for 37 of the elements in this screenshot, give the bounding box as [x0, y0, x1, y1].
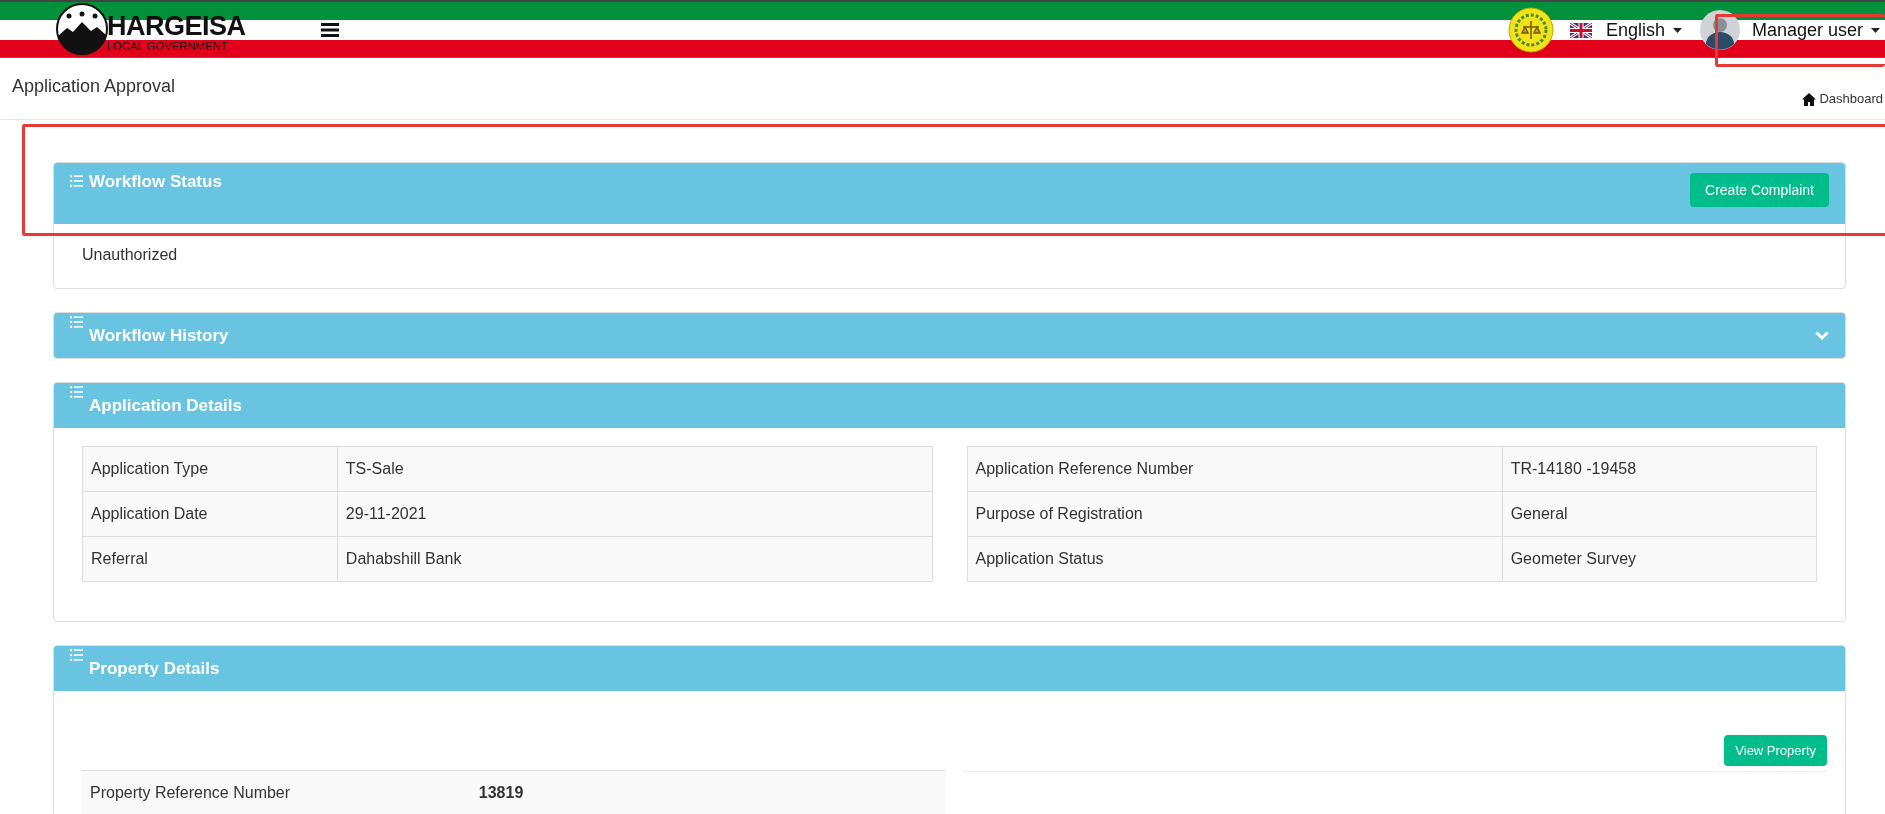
- field-label: Application Date: [82, 491, 338, 537]
- brand-name: HARGEISA: [107, 12, 246, 40]
- menu-icon[interactable]: [320, 23, 339, 37]
- panel-title: Property Details: [89, 658, 220, 679]
- dashboard-link[interactable]: Dashboard: [1802, 91, 1885, 106]
- field-label: Application Reference Number: [967, 446, 1503, 492]
- caret-icon: [1871, 27, 1880, 33]
- logo-emblem-icon: [55, 2, 109, 56]
- field-value: 13819: [470, 770, 946, 814]
- avatar-icon[interactable]: [1699, 10, 1740, 50]
- list-icon: [70, 316, 83, 328]
- panel-title: Workflow Status: [89, 172, 222, 192]
- field-label: Property Reference Number: [82, 770, 471, 814]
- field-value: TS-Sale: [337, 446, 932, 492]
- list-icon: [70, 386, 83, 398]
- list-icon: [70, 175, 83, 187]
- field-value: 29-11-2021: [337, 491, 932, 537]
- field-value: Dahabshill Bank: [337, 536, 932, 582]
- field-value: Geometer Survey: [1502, 536, 1817, 582]
- emblem-icon: [1507, 7, 1554, 53]
- field-label: Referral: [82, 536, 338, 582]
- field-label: Application Status: [967, 536, 1503, 582]
- page-title: Application Approval: [11, 75, 176, 98]
- user-menu[interactable]: Manager user: [1751, 19, 1880, 41]
- brand-subtitle: LOCAL GOVERNMENT: [107, 40, 229, 52]
- field-value: TR-14180 -19458: [1502, 446, 1817, 492]
- list-icon: [70, 649, 83, 661]
- field-label: Purpose of Registration: [967, 491, 1503, 537]
- panel-title: Workflow History: [89, 325, 229, 346]
- caret-icon: [1672, 27, 1682, 33]
- panel-title: Application Details: [89, 395, 243, 416]
- field-label: Application Type: [82, 446, 338, 492]
- home-icon: [1802, 93, 1817, 106]
- flag-icon: [1569, 22, 1592, 38]
- field-value: General: [1502, 491, 1817, 537]
- language-dropdown[interactable]: English: [1605, 19, 1682, 41]
- status-text: Unauthorized: [81, 245, 179, 265]
